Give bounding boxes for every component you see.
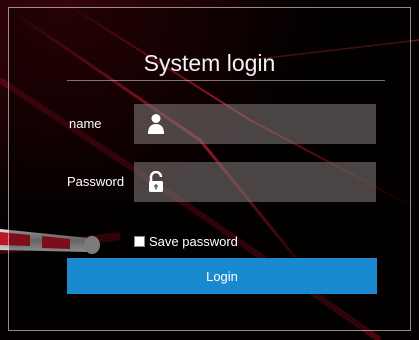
user-icon: [146, 113, 166, 135]
password-label: Password: [67, 174, 125, 189]
name-field[interactable]: [134, 104, 376, 144]
login-button[interactable]: Login: [67, 258, 377, 294]
login-panel: System login name Password Save password…: [8, 7, 411, 331]
save-password-label: Save password: [149, 233, 238, 249]
save-password-row[interactable]: Save password: [134, 232, 238, 250]
save-password-checkbox[interactable]: [134, 235, 145, 247]
password-field[interactable]: [134, 162, 376, 202]
title-divider: [67, 80, 385, 81]
lock-icon: [146, 170, 166, 193]
name-label: name: [69, 116, 102, 131]
page-title: System login: [143, 50, 276, 76]
